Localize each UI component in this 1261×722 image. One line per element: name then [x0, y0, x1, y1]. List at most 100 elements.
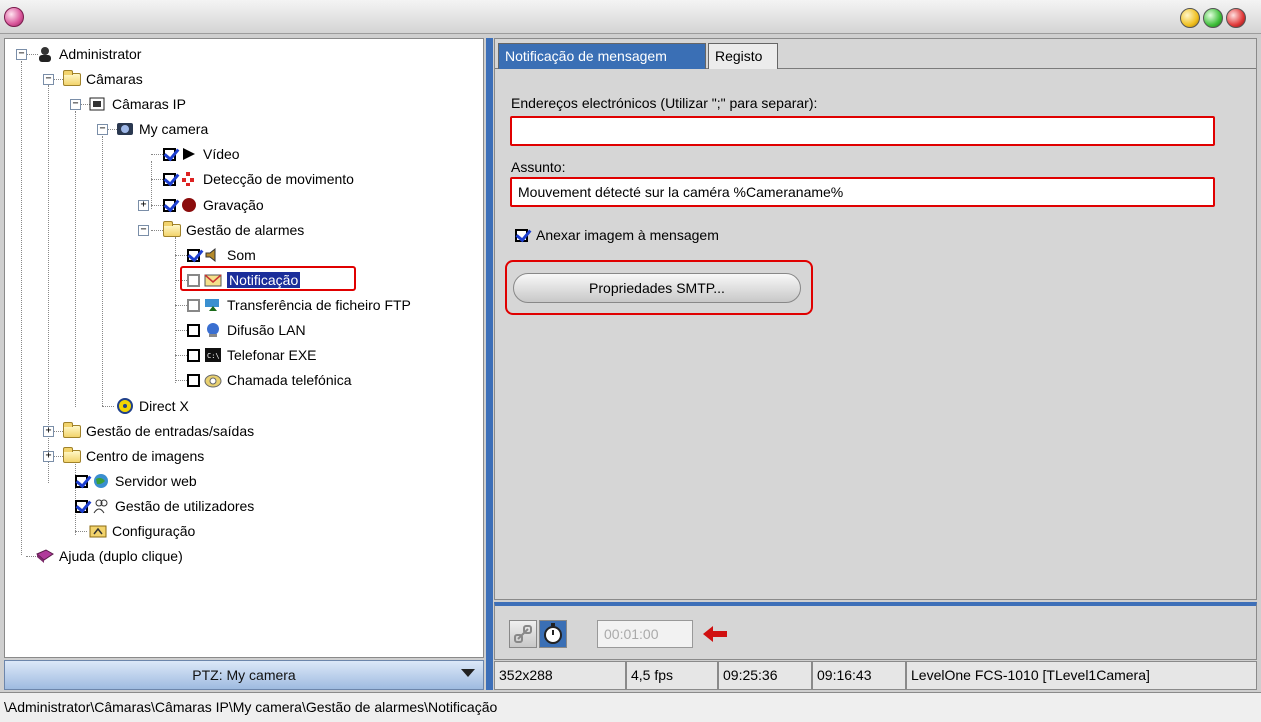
link-button[interactable] [509, 620, 537, 648]
enabled-checkbox[interactable] [163, 172, 176, 186]
tree-item-label: Som [227, 247, 256, 263]
enabled-checkbox[interactable] [163, 198, 176, 212]
status-time: 09:25:36 [718, 661, 812, 690]
tree-item-my-camera[interactable]: My camera [116, 118, 208, 140]
enabled-checkbox[interactable] [187, 248, 200, 262]
collapse-toggle[interactable]: − [70, 99, 81, 110]
duration-field[interactable]: 00:01:00 [597, 620, 693, 648]
enabled-checkbox[interactable] [187, 373, 200, 387]
tree-item-label: Gravação [203, 197, 264, 213]
tree-item-help[interactable]: Ajuda (duplo clique) [36, 545, 183, 567]
title-bar [0, 0, 1261, 34]
enabled-checkbox[interactable] [163, 147, 176, 161]
attach-image-checkbox[interactable] [515, 228, 528, 242]
expand-toggle[interactable]: + [138, 200, 149, 211]
tab-message-notification[interactable]: Notificação de mensagem [498, 43, 706, 69]
tree-item-recording[interactable]: Gravação [163, 194, 264, 216]
arrow-left-icon [703, 626, 727, 642]
tree-item-label: My camera [139, 121, 209, 137]
tree-item-video[interactable]: Vídeo [163, 143, 240, 165]
collapse-toggle[interactable]: − [16, 49, 27, 60]
svg-text:C:\: C:\ [207, 352, 220, 360]
tree-item-label: Chamada telefónica [227, 372, 352, 388]
tree-item-web-server[interactable]: Servidor web [75, 470, 197, 492]
panel-splitter[interactable] [486, 38, 493, 690]
tree-item-label: Centro de imagens [86, 448, 205, 464]
directx-icon [116, 398, 134, 414]
tree-item-directx[interactable]: Direct X [116, 395, 189, 417]
tree-item-alarm-management[interactable]: Gestão de alarmes [163, 219, 304, 241]
tree-item-image-center[interactable]: Centro de imagens [63, 445, 204, 467]
config-icon [89, 523, 107, 539]
status-resolution: 352x288 [494, 661, 626, 690]
minimize-button[interactable] [1180, 8, 1200, 28]
collapse-toggle[interactable]: − [97, 124, 108, 135]
action-toolbar: 00:01:00 [494, 602, 1257, 660]
console-icon: C:\ [204, 347, 222, 363]
app-menu-icon[interactable] [4, 7, 24, 27]
attach-image-label: Anexar imagem à mensagem [536, 227, 719, 243]
folder-open-icon [163, 220, 181, 237]
stopwatch-icon [544, 623, 562, 644]
subject-field[interactable]: Mouvement détecté sur la caméra %Cameran… [510, 177, 1215, 207]
tree-item-label: Gestão de utilizadores [115, 498, 255, 514]
tree-item-io-management[interactable]: Gestão de entradas/saídas [63, 420, 254, 442]
tree-item-administrator[interactable]: Administrator [36, 43, 141, 65]
status-bar: 352x288 4,5 fps 09:25:36 09:16:43 LevelO… [494, 661, 1257, 690]
ptz-camera-select[interactable]: PTZ: My camera [4, 660, 484, 690]
enabled-checkbox[interactable] [187, 348, 200, 362]
collapse-toggle[interactable]: − [138, 225, 149, 236]
expand-toggle[interactable]: + [43, 426, 54, 437]
tree-item-label: Telefonar EXE [227, 347, 317, 363]
tree-item-label: Servidor web [115, 473, 197, 489]
subject-label: Assunto: [511, 159, 566, 175]
tab-log[interactable]: Registo [708, 43, 778, 69]
folder-icon [63, 446, 81, 463]
chevron-down-icon[interactable] [461, 669, 475, 677]
back-arrow-button[interactable] [699, 620, 731, 648]
tree-item-label: Configuração [112, 523, 196, 539]
tree-item-cameras[interactable]: Câmaras [63, 68, 143, 90]
globe-icon [92, 473, 110, 489]
tree-item-sound[interactable]: Som [187, 244, 256, 266]
notification-settings-panel: Notificação de mensagem Registo Endereço… [494, 38, 1257, 600]
tree-item-ip-cameras[interactable]: Câmaras IP [89, 93, 186, 115]
phone-icon [204, 372, 222, 388]
motion-icon [180, 171, 198, 187]
tree-item-label: Vídeo [203, 146, 240, 162]
status-camera-model: LevelOne FCS-1010 [TLevel1Camera] [906, 661, 1257, 690]
record-icon [180, 197, 198, 213]
tree-item-ftp[interactable]: Transferência de ficheiro FTP [187, 294, 411, 316]
enabled-checkbox[interactable] [75, 499, 88, 513]
tree-item-user-management[interactable]: Gestão de utilizadores [75, 495, 254, 517]
expand-toggle[interactable]: + [43, 451, 54, 462]
lan-icon [204, 322, 222, 338]
enabled-checkbox[interactable] [187, 323, 200, 337]
navigation-tree: − − − − + − + + Administrator Câmaras Câ… [4, 38, 484, 658]
timer-button[interactable] [539, 620, 567, 648]
email-field[interactable] [510, 116, 1215, 146]
administrator-icon [36, 46, 54, 62]
help-book-icon [36, 548, 54, 564]
tree-item-lan-broadcast[interactable]: Difusão LAN [187, 319, 306, 341]
smtp-properties-button[interactable]: Propriedades SMTP... [513, 273, 801, 303]
users-icon [92, 498, 110, 514]
tree-item-label: Detecção de movimento [203, 171, 354, 187]
tree-item-label: Câmaras IP [112, 96, 186, 112]
enabled-checkbox[interactable] [187, 298, 200, 312]
tree-item-label: Direct X [139, 398, 189, 414]
tree-item-phone-call[interactable]: Chamada telefónica [187, 369, 352, 391]
enabled-checkbox[interactable] [75, 474, 88, 488]
collapse-toggle[interactable]: − [43, 74, 54, 85]
tree-item-motion-detection[interactable]: Detecção de movimento [163, 168, 354, 190]
tree-item-label: Administrator [59, 46, 142, 62]
maximize-button[interactable] [1203, 8, 1223, 28]
tree-item-label: Gestão de entradas/saídas [86, 423, 255, 439]
close-button[interactable] [1226, 8, 1246, 28]
attach-image-option[interactable]: Anexar imagem à mensagem [515, 227, 719, 243]
highlight-box [180, 266, 356, 291]
tree-item-run-exe[interactable]: C:\ Telefonar EXE [187, 344, 317, 366]
ftp-icon [204, 297, 222, 313]
tree-item-configuration[interactable]: Configuração [89, 520, 195, 542]
folder-open-icon [63, 69, 81, 86]
